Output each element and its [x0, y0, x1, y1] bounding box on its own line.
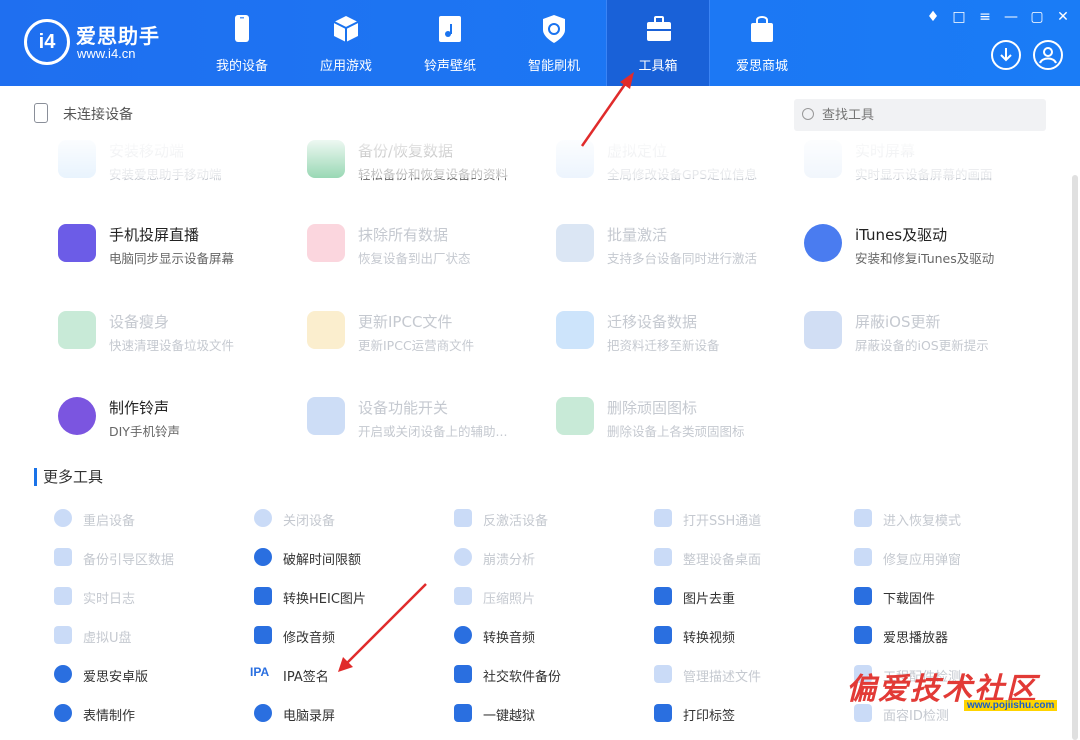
app-window: i4 爱思助手 www.i4.cn 我的设备 应用游戏 铃声壁纸 智能刷机 工具… [0, 0, 1080, 740]
annotation-arrows [338, 72, 634, 672]
arrow-to-toolbox [580, 72, 634, 147]
arrow-to-ipa-sign [338, 583, 427, 672]
watermark-url: www.pojiishu.com [964, 700, 1058, 711]
watermark: 偏爱技术社区 www.pojiishu.com [846, 664, 1062, 714]
